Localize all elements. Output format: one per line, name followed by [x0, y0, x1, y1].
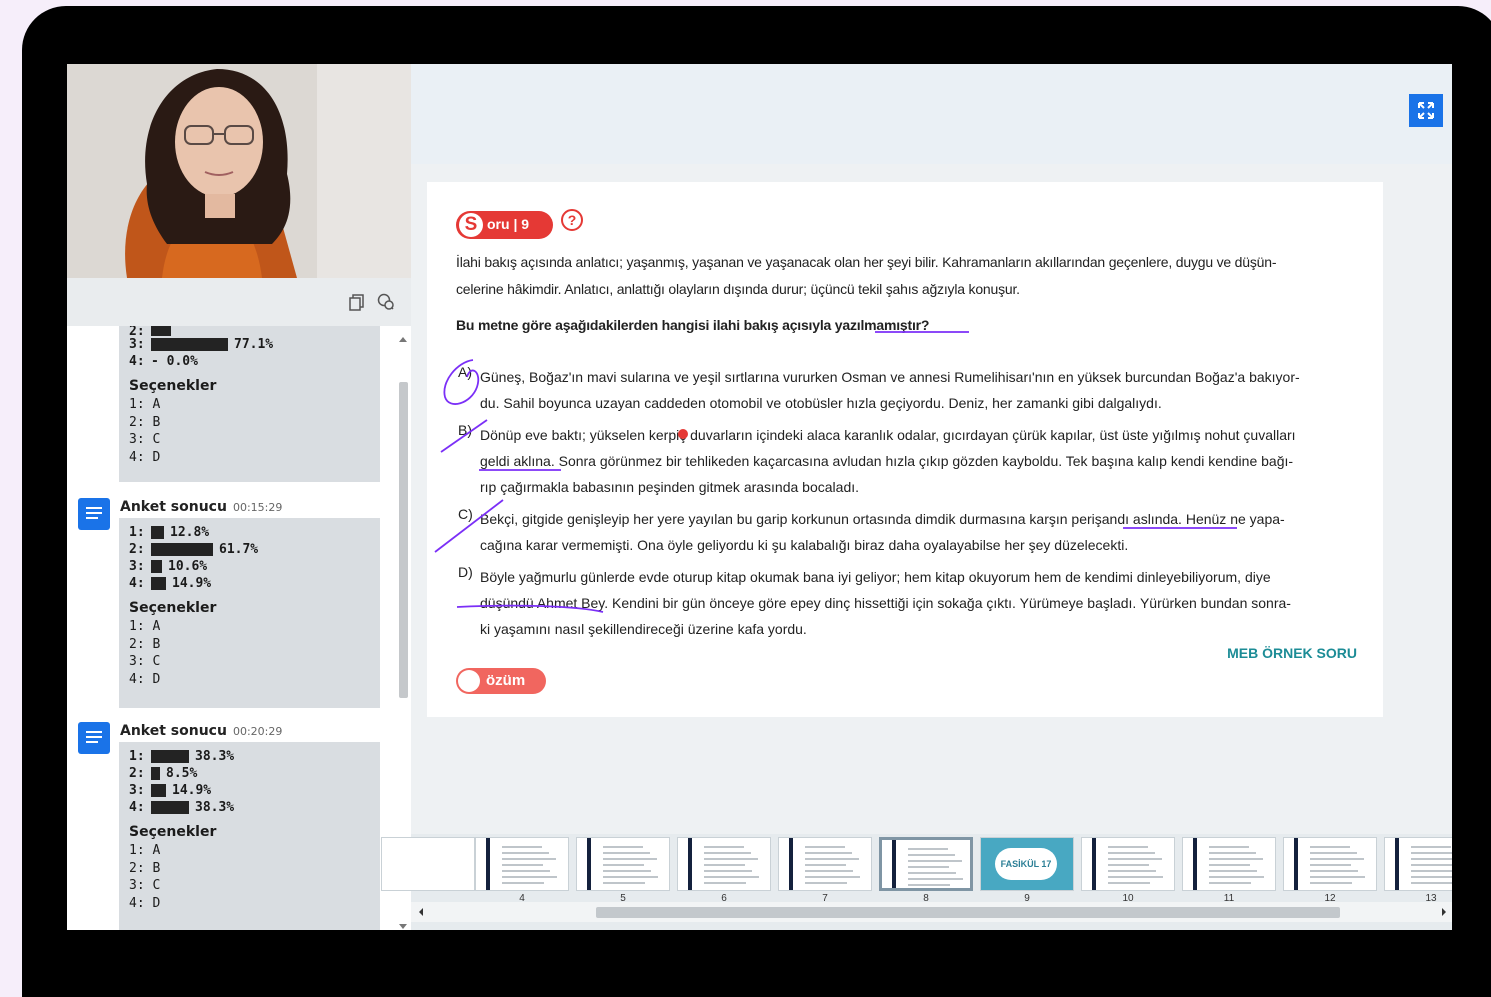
option-line: 4: D	[129, 449, 161, 465]
solution-icon	[458, 670, 480, 692]
viewer-top-strip	[411, 64, 1452, 164]
poll-row: 2: 61.7%	[129, 542, 259, 557]
webcam-image	[67, 64, 411, 278]
thumbnail-scrollbar[interactable]	[411, 902, 1452, 922]
poll-row: 3: 14.9%	[129, 783, 212, 798]
page-thumbnail[interactable]: FASİKÜL 17	[980, 837, 1074, 891]
option-line: 3: C	[129, 878, 161, 893]
page-thumbnail[interactable]	[1283, 837, 1377, 891]
panel-toolbar	[67, 278, 411, 326]
left-panel: 2: 3: 77.1% 4: - 0.0% Seçenekler 1: A 2:…	[67, 64, 411, 930]
poll-bar	[151, 338, 228, 351]
poll-result-box: 2: 3: 77.1% 4: - 0.0% Seçenekler 1: A 2:…	[119, 326, 380, 482]
page-thumbnail[interactable]	[677, 837, 771, 891]
page-thumbnail[interactable]	[381, 837, 475, 891]
passage-line: İlahi bakış açısında anlatıcı; yaşanmış,…	[456, 254, 1277, 270]
poll-message-header: Anket sonucu 00:15:29	[120, 499, 282, 515]
option-line: 3: C	[129, 654, 161, 669]
option-line: 2: B	[129, 636, 161, 652]
question-prompt: Bu metne göre aşağıdakilerden hangisi il…	[456, 317, 930, 333]
poll-row-cut: 2:	[129, 326, 370, 336]
option-line: 4: D	[129, 671, 161, 687]
poll-title: Anket sonucu	[120, 499, 227, 515]
option-line: 2: B	[129, 860, 161, 876]
page-thumbnail[interactable]	[778, 837, 872, 891]
scrollbar-thumb[interactable]	[596, 907, 1340, 918]
page-thumbnail[interactable]	[1182, 837, 1276, 891]
chat-messages[interactable]: 2: 3: 77.1% 4: - 0.0% Seçenekler 1: A 2:…	[67, 326, 393, 930]
poll-message-header: Anket sonucu 00:20:29	[120, 723, 282, 739]
poll-bar	[151, 784, 166, 797]
poll-row: 3: 10.6%	[129, 559, 208, 574]
source-label: MEB ÖRNEK SORU	[1227, 645, 1357, 661]
page-thumbnail[interactable]	[1081, 837, 1175, 891]
device-frame: 2: 3: 77.1% 4: - 0.0% Seçenekler 1: A 2:…	[22, 6, 1491, 997]
option-line: 1: A	[129, 619, 161, 634]
question-badge: S oru | 9	[456, 211, 553, 239]
options-title: Seçenekler	[129, 378, 217, 394]
fullscreen-button[interactable]	[1409, 94, 1443, 127]
option-line: 1: A	[129, 843, 161, 858]
copy-icon[interactable]	[348, 293, 366, 311]
poll-row: 1: 38.3%	[129, 749, 235, 764]
passage-line: celerine hâkimdir. Anlatıcı, anlattığı o…	[456, 281, 1020, 297]
option-line: 2: B	[129, 414, 161, 430]
document-viewer: S oru | 9 ? İlahi bakış açısında anlatıc…	[381, 64, 1452, 930]
poll-title: Anket sonucu	[120, 723, 227, 739]
option-line: 1: A	[129, 397, 161, 412]
options-title: Seçenekler	[129, 824, 217, 840]
poll-row: 1: 12.8%	[129, 525, 210, 540]
question-page: S oru | 9 ? İlahi bakış açısında anlatıc…	[427, 182, 1383, 717]
chat-icon[interactable]	[377, 293, 395, 311]
poll-row: 4: 14.9%	[129, 576, 212, 591]
poll-time: 00:20:29	[232, 725, 283, 738]
poll-bar	[151, 577, 166, 590]
poll-row: 3: 77.1%	[129, 337, 274, 352]
webcam-video[interactable]	[67, 64, 411, 278]
page-thumbnail[interactable]	[576, 837, 670, 891]
page-thumbnail[interactable]	[1384, 837, 1452, 891]
poll-row: 2: 8.5%	[129, 766, 198, 781]
page-thumbnail[interactable]	[475, 837, 569, 891]
solution-button[interactable]: özüm	[456, 668, 546, 694]
poll-row: 4: - 0.0%	[129, 354, 198, 369]
poll-bar	[151, 543, 213, 556]
poll-bar	[151, 750, 189, 763]
page-thumbnail[interactable]	[879, 837, 973, 891]
option-line: 4: D	[129, 895, 161, 911]
poll-bar	[151, 560, 162, 573]
poll-bar	[151, 526, 164, 539]
poll-bar	[151, 767, 160, 780]
help-icon[interactable]: ?	[561, 209, 583, 231]
fullscreen-icon	[1418, 102, 1434, 119]
option-line: 3: C	[129, 432, 161, 447]
poll-result-box: 1: 38.3% 2: 8.5% 3: 14.9% 4: 38.3% Seçen…	[119, 742, 380, 930]
poll-message-icon	[78, 722, 110, 754]
poll-message-icon	[78, 498, 110, 530]
fasikul-badge: FASİKÜL 17	[995, 848, 1057, 880]
screen: 2: 3: 77.1% 4: - 0.0% Seçenekler 1: A 2:…	[67, 64, 1452, 930]
poll-time: 00:15:29	[232, 501, 283, 514]
options-title: Seçenekler	[129, 600, 217, 616]
poll-bar	[151, 801, 189, 814]
poll-result-box: 1: 12.8% 2: 61.7% 3: 10.6% 4: 14.9% Seçe…	[119, 518, 380, 708]
poll-row: 4: 38.3%	[129, 800, 235, 815]
